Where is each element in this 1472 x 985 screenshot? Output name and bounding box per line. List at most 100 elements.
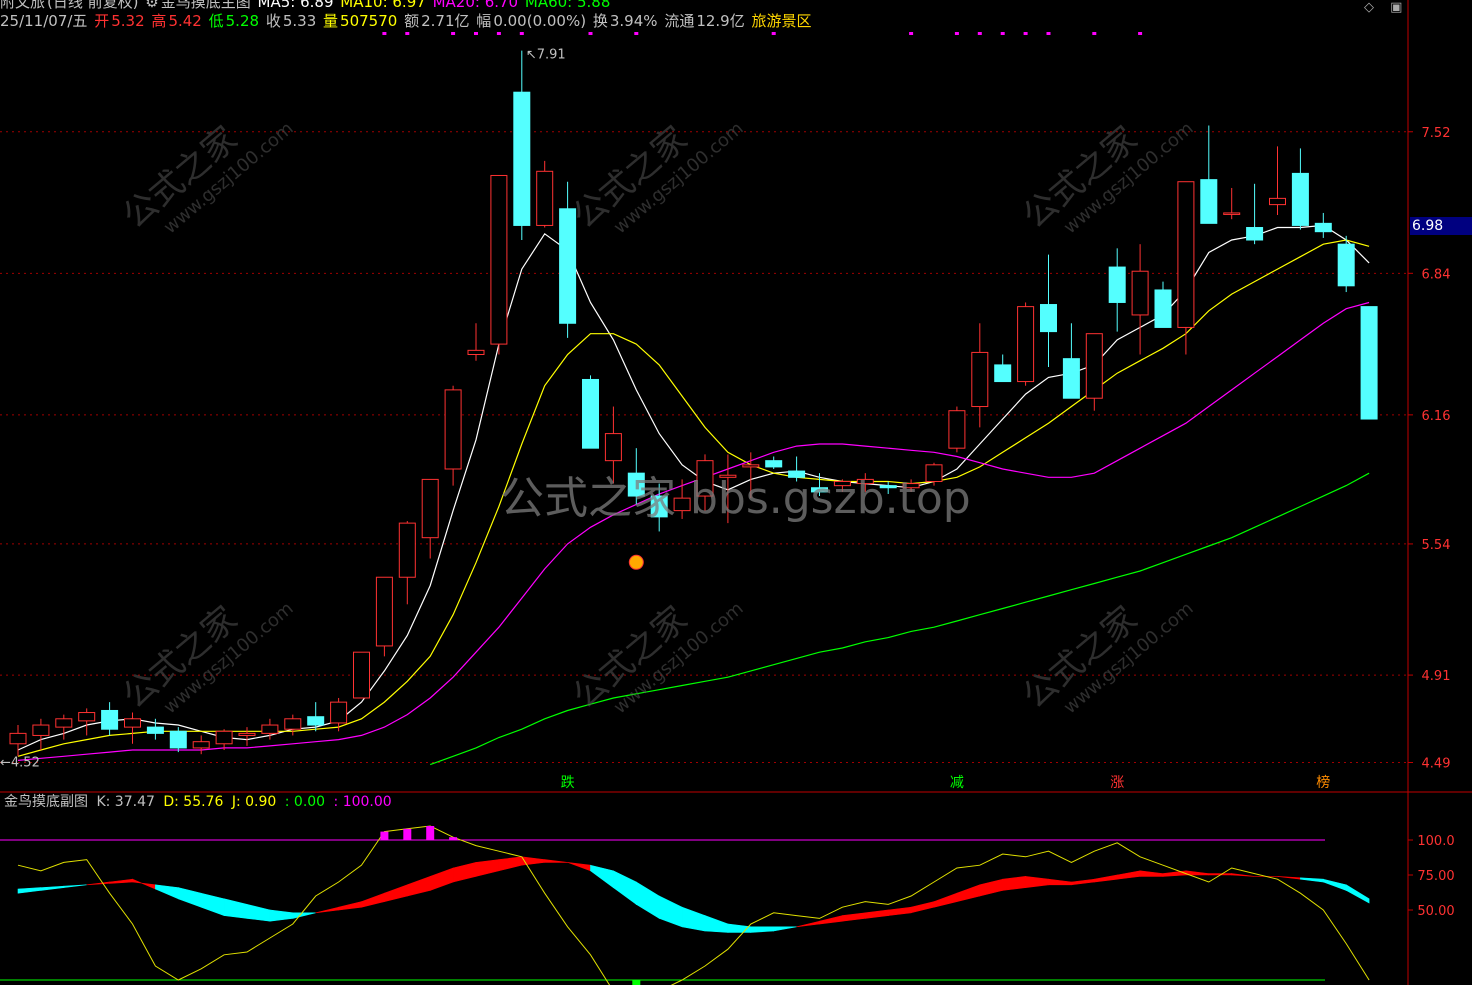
- top-dot-2: [451, 32, 456, 35]
- signal-marker-0: 跌: [561, 775, 575, 791]
- sector-label[interactable]: 旅游景区: [752, 12, 812, 30]
- candle-body-5: [124, 718, 141, 728]
- kd-band-segment-44: [1025, 876, 1049, 888]
- window-icons: ◇ ▣: [1364, 0, 1402, 15]
- candle-body-51: [1177, 181, 1195, 328]
- ma20-label: MA20: 6.70: [432, 0, 519, 11]
- kd-band-segment-42: [979, 878, 1004, 897]
- candle-body-50: [1154, 289, 1172, 328]
- current-price-box: 6.98: [1410, 217, 1472, 235]
- buy-signal-icon: [628, 554, 644, 570]
- candle-body-48: [1108, 266, 1126, 303]
- kd-band-segment-37: [864, 909, 889, 919]
- candle-body-18: [421, 478, 439, 539]
- kd-band-segment-34: [796, 920, 820, 928]
- low-label: 低: [208, 12, 224, 30]
- sub-indicator-chart: [0, 825, 1370, 985]
- top-dot-4: [496, 32, 501, 35]
- candle-body-12: [284, 718, 302, 730]
- kd-band-segment-48: [1116, 870, 1141, 880]
- candle-body-17: [398, 522, 416, 578]
- vol-label: 量: [323, 12, 339, 30]
- candle-body-44: [1017, 306, 1035, 383]
- candle-body-58: [1337, 243, 1355, 287]
- kd-band-segment-18: [429, 867, 454, 891]
- kd-band-segment-26: [613, 870, 637, 905]
- kd-band-segment-58: [1345, 884, 1370, 904]
- kd-band-segment-20: [475, 859, 500, 877]
- kd-band-segment-11: [269, 909, 294, 922]
- kd-band-segment-57: [1323, 878, 1347, 891]
- kd-band-segment-16: [384, 884, 408, 902]
- turnover-label: 换: [592, 12, 608, 30]
- ma5-label: MA5: 6.89: [257, 0, 334, 11]
- kd-band-segment-0: [17, 887, 42, 894]
- top-dot-14: [1046, 32, 1051, 35]
- kd-band-segment-27: [635, 881, 660, 919]
- indicator-name: 金鸟摸底主图: [160, 0, 251, 11]
- overbought-bar-19: [449, 837, 458, 840]
- kd-band-segment-8: [200, 892, 225, 917]
- low-annotation: ←4.52: [0, 755, 40, 770]
- candle-body-21: [490, 174, 508, 345]
- period-label: (日线 前复权): [47, 0, 139, 11]
- top-dot-8: [771, 32, 776, 35]
- window-icon[interactable]: ▣: [1390, 0, 1402, 15]
- top-dot-12: [1000, 32, 1005, 35]
- sub-indicator-name: 金鸟摸底副图: [4, 794, 88, 810]
- ma10-label: MA10: 6.97: [340, 0, 426, 11]
- kd-band-segment-41: [956, 884, 981, 902]
- float-label: 流通: [664, 12, 695, 30]
- line0-value: : 0.00: [284, 794, 326, 810]
- kd-band-segment-15: [361, 892, 385, 908]
- kd-band-segment-23: [544, 859, 568, 863]
- top-dot-7: [634, 32, 639, 35]
- kd-band-segment-33: [773, 926, 797, 932]
- kd-band-segment-46: [1071, 878, 1095, 886]
- kd-band-segment-55: [1277, 876, 1301, 880]
- top-dot-0: [382, 32, 387, 35]
- kd-band-segment-50: [1162, 870, 1187, 877]
- overbought-bar-16: [380, 831, 389, 840]
- j-value: J: 0.90: [231, 794, 277, 810]
- kd-band-segment-19: [452, 862, 477, 883]
- kd-band-segment-43: [1002, 876, 1026, 891]
- float-value: 12.9亿: [696, 12, 745, 30]
- candle-body-57: [1314, 222, 1332, 233]
- kd-band-segment-3: [86, 881, 110, 886]
- kd-band-segment-9: [223, 898, 248, 919]
- close-label: 收: [265, 12, 281, 30]
- kd-band-segment-49: [1139, 870, 1164, 877]
- open-label: 开: [94, 12, 110, 30]
- line100-value: : 100.00: [333, 794, 392, 810]
- d-value: D: 55.76: [163, 794, 224, 810]
- candle-body-10: [238, 732, 256, 736]
- high-label: 高: [151, 12, 167, 30]
- overbought-bar-17: [403, 828, 412, 840]
- vol-value: 507570: [340, 12, 398, 30]
- candle-body-45: [1040, 304, 1057, 333]
- gear-icon[interactable]: ⚙: [145, 0, 158, 11]
- candle-body-22: [513, 91, 531, 226]
- candle-body-19: [444, 389, 462, 470]
- sub-y-tick-label-0: 100.0: [1417, 834, 1454, 849]
- top-dot-10: [954, 32, 959, 35]
- kd-band-segment-14: [338, 901, 362, 911]
- diamond-icon[interactable]: ◇: [1364, 0, 1374, 15]
- close-value: 5.33: [282, 12, 317, 30]
- candle-body-53: [1223, 212, 1241, 215]
- sub-y-tick-label-1: 75.00: [1417, 869, 1454, 884]
- kd-band-segment-22: [521, 856, 546, 866]
- kd-band-segment-38: [887, 906, 912, 916]
- k-value: K: 37.47: [96, 794, 155, 810]
- candle-body-56: [1291, 172, 1309, 226]
- candle-body-49: [1131, 270, 1149, 316]
- y-tick-label-3: 5.54: [1422, 538, 1451, 553]
- candle-body-59: [1360, 306, 1378, 420]
- amount-label: 额: [404, 12, 420, 30]
- ma-line-ma20: [17, 301, 1370, 761]
- price-annotations: ↖7.91 ←4.52: [0, 48, 644, 770]
- y-tick-label-5: 4.49: [1422, 757, 1451, 772]
- candle-body-43: [994, 364, 1012, 383]
- kd-band-segment-53: [1231, 873, 1255, 877]
